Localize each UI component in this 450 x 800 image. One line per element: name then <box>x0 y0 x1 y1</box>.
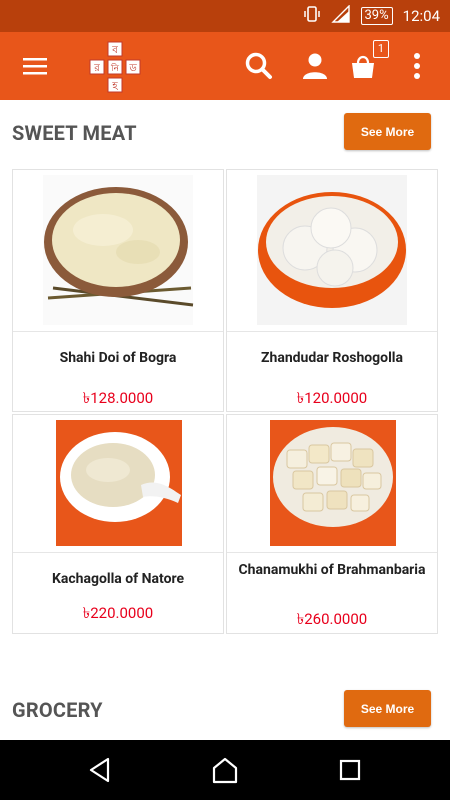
home-icon[interactable] <box>210 755 240 785</box>
search-icon[interactable] <box>241 48 277 84</box>
product-name[interactable]: Chanamukhi of Brahmanbaria <box>233 561 431 579</box>
brand-logo[interactable]: ব র নি ড হ <box>88 40 142 94</box>
product-image-roshogolla[interactable] <box>227 170 437 332</box>
battery-indicator: 39% <box>360 7 393 25</box>
product-image-kachagolla[interactable] <box>13 415 223 553</box>
product-name[interactable]: Kachagolla of Natore <box>19 570 217 588</box>
svg-text:হ: হ <box>111 81 118 92</box>
section-header-sweet-meat: SWEET MEAT See More <box>0 113 450 153</box>
more-vert-icon[interactable] <box>407 48 427 84</box>
clock: 12:04 <box>402 7 440 25</box>
product-name[interactable]: Shahi Doi of Bogra <box>19 349 217 367</box>
system-nav-bar <box>0 740 450 800</box>
see-more-button[interactable]: See More <box>344 113 431 150</box>
svg-text:ব: ব <box>111 45 118 56</box>
product-price: ৳220.0000 <box>82 604 154 622</box>
product-card[interactable]: Chanamukhi of Brahmanbaria ৳260.0000 <box>226 414 438 634</box>
product-image-chanamukhi[interactable] <box>227 415 437 553</box>
cart-icon[interactable]: 1 <box>345 40 389 84</box>
section-title: SWEET MEAT <box>12 121 137 145</box>
product-image-shahi-doi[interactable] <box>13 170 223 332</box>
section-header-grocery: GROCERY See More <box>0 690 450 730</box>
product-price: ৳128.0000 <box>82 389 154 407</box>
recents-icon[interactable] <box>335 755 365 785</box>
vibrate-icon <box>303 5 321 27</box>
product-card[interactable]: Shahi Doi of Bogra ৳128.0000 <box>12 169 224 412</box>
svg-text:নি: নি <box>110 63 120 74</box>
app-bar: ব র নি ড হ 1 <box>0 32 450 100</box>
status-bar: 39% 12:04 <box>0 0 450 32</box>
svg-text:র: র <box>93 63 100 74</box>
section-title: GROCERY <box>12 698 103 722</box>
menu-icon[interactable] <box>20 54 50 78</box>
product-price: ৳120.0000 <box>296 389 368 407</box>
product-card[interactable]: Zhandudar Roshogolla ৳120.0000 <box>226 169 438 412</box>
back-icon[interactable] <box>86 755 116 785</box>
product-card[interactable]: Kachagolla of Natore ৳220.0000 <box>12 414 224 634</box>
svg-text:ড: ড <box>128 63 137 74</box>
product-price: ৳260.0000 <box>296 610 368 628</box>
signal-icon <box>330 4 351 27</box>
see-more-button[interactable]: See More <box>344 690 431 727</box>
product-name[interactable]: Zhandudar Roshogolla <box>233 349 431 367</box>
user-icon[interactable] <box>297 48 333 84</box>
cart-count-badge: 1 <box>373 40 389 58</box>
